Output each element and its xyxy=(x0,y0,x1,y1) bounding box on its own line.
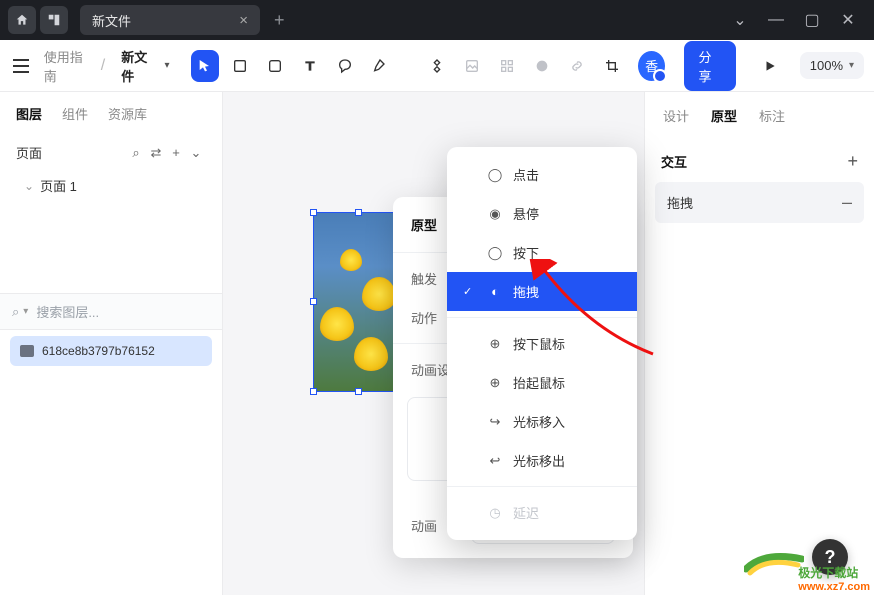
tab-components[interactable]: 组件 xyxy=(62,104,88,123)
pen-tool[interactable] xyxy=(365,50,394,82)
home-icon[interactable] xyxy=(8,6,36,34)
selected-frame[interactable] xyxy=(313,212,404,392)
watermark-name: 极光下载站 xyxy=(798,566,858,580)
interactions-header: 交互 + xyxy=(645,137,874,182)
rectangle-tool[interactable] xyxy=(260,50,289,82)
layer-search[interactable]: ⌕ ▾ 搜索图层... xyxy=(0,293,222,330)
zoom-select[interactable]: 100% ▾ xyxy=(800,52,864,79)
close-window-icon[interactable]: ✕ xyxy=(830,2,866,38)
page-item[interactable]: 页面 1 xyxy=(0,168,222,203)
menu-label: 悬停 xyxy=(513,204,539,223)
menu-label: 光标移入 xyxy=(513,412,565,431)
search-placeholder: 搜索图层... xyxy=(36,302,99,321)
tab-assets[interactable]: 资源库 xyxy=(108,104,147,123)
menu-click[interactable]: ✓◯点击 xyxy=(447,155,637,194)
menu-hover[interactable]: ✓◉悬停 xyxy=(447,194,637,233)
trigger-menu: ✓◯点击 ✓◉悬停 ✓◯按下 ✓◐拖拽 ✓⊕按下鼠标 ✓⊕抬起鼠标 ✓↪光标移入… xyxy=(447,147,637,540)
image-placeholder xyxy=(314,213,403,391)
interaction-label: 拖拽 xyxy=(667,193,693,212)
avatar[interactable]: 香 xyxy=(638,51,665,81)
image-icon xyxy=(20,345,34,357)
menu-label: 抬起鼠标 xyxy=(513,373,565,392)
breadcrumb-guide[interactable]: 使用指南 xyxy=(44,47,91,85)
tab-layers[interactable]: 图层 xyxy=(16,104,42,123)
chevron-down-icon[interactable]: ⌄ xyxy=(722,2,758,38)
mask-tool[interactable] xyxy=(527,50,556,82)
pages-title: 页面 xyxy=(16,143,42,162)
minimize-icon[interactable]: — xyxy=(758,2,794,38)
tab-design[interactable]: 设计 xyxy=(663,106,689,125)
canvas[interactable]: 原型 触发 动作 动画设 动画 ◇ 即时 ⌄ ✓◯点击 ✓◉悬停 ✓◯按下 ✓◐… xyxy=(223,92,644,595)
file-tab[interactable]: 新文件 × xyxy=(80,5,260,35)
menu-press[interactable]: ✓◯按下 xyxy=(447,233,637,272)
menu-mouseup[interactable]: ✓⊕抬起鼠标 xyxy=(447,363,637,402)
component-tool[interactable] xyxy=(422,50,451,82)
right-panel: 设计 原型 标注 交互 + 拖拽 – xyxy=(644,92,874,595)
right-tabs: 设计 原型 标注 xyxy=(645,92,874,137)
search-icon: ⌕ xyxy=(12,304,19,320)
search-icon[interactable]: ⌕ xyxy=(126,145,146,161)
crop-tool[interactable] xyxy=(597,50,626,82)
menu-drag[interactable]: ✓◐拖拽 xyxy=(447,272,637,311)
breadcrumb-sep: / xyxy=(101,57,105,75)
left-panel: 图层 组件 资源库 页面 ⌕ ⇄ + ⌄ 页面 1 ⌕ ▾ 搜索图层... 618… xyxy=(0,92,223,595)
close-icon[interactable]: × xyxy=(239,12,248,29)
add-interaction-icon[interactable]: + xyxy=(847,151,858,172)
chevron-down-icon: ▾ xyxy=(23,306,28,317)
collapse-icon[interactable]: ⌄ xyxy=(186,145,206,161)
cursor-tool[interactable] xyxy=(191,50,220,82)
tab-title: 新文件 xyxy=(92,11,131,30)
title-bar: 新文件 × + ⌄ — ▢ ✕ xyxy=(0,0,874,40)
layer-name: 618ce8b3797b76152 xyxy=(42,344,155,358)
pages-header: 页面 ⌕ ⇄ + ⌄ xyxy=(0,133,222,168)
maximize-icon[interactable]: ▢ xyxy=(794,2,830,38)
menu-icon[interactable] xyxy=(10,54,32,78)
share-button[interactable]: 分享 xyxy=(684,41,736,91)
menu-label: 按下鼠标 xyxy=(513,334,565,353)
chevron-down-icon: ▾ xyxy=(849,60,854,71)
zoom-value: 100% xyxy=(810,58,843,73)
interaction-item[interactable]: 拖拽 – xyxy=(655,182,864,223)
watermark-url: www.xz7.com xyxy=(798,581,870,593)
menu-label: 延迟 xyxy=(513,503,539,522)
workspace-icon[interactable] xyxy=(40,6,68,34)
image-tool[interactable] xyxy=(457,50,486,82)
watermark: 极光下载站 www.xz7.com xyxy=(798,564,870,593)
menu-label: 点击 xyxy=(513,165,539,184)
add-page-icon[interactable]: + xyxy=(166,145,186,160)
watermark-swoosh xyxy=(744,547,804,577)
autolayout-tool[interactable] xyxy=(492,50,521,82)
top-toolbar: 使用指南 / 新文件 ▾ 香 分享 100% ▾ xyxy=(0,40,874,92)
link-tool[interactable] xyxy=(562,50,591,82)
list-filter-icon[interactable]: ⇄ xyxy=(146,145,166,161)
menu-mouseout[interactable]: ✓↩光标移出 xyxy=(447,441,637,480)
new-tab-button[interactable]: + xyxy=(274,10,285,31)
frame-tool[interactable] xyxy=(225,50,254,82)
menu-delay: ✓◷延迟 xyxy=(447,493,637,532)
tab-annotate[interactable]: 标注 xyxy=(759,106,785,125)
speech-tool[interactable] xyxy=(330,50,359,82)
menu-mousein[interactable]: ✓↪光标移入 xyxy=(447,402,637,441)
menu-label: 按下 xyxy=(513,243,539,262)
menu-mousedown[interactable]: ✓⊕按下鼠标 xyxy=(447,324,637,363)
interactions-title: 交互 xyxy=(661,152,687,171)
layer-item[interactable]: 618ce8b3797b76152 xyxy=(10,336,212,366)
file-chevron-icon[interactable]: ▾ xyxy=(164,60,169,71)
breadcrumb-file[interactable]: 新文件 xyxy=(121,47,156,85)
text-tool[interactable] xyxy=(295,50,324,82)
tab-prototype[interactable]: 原型 xyxy=(711,106,737,125)
play-button[interactable] xyxy=(755,50,784,82)
page-label: 页面 1 xyxy=(40,176,77,195)
remove-interaction-icon[interactable]: – xyxy=(842,192,852,213)
left-tabs: 图层 组件 资源库 xyxy=(0,92,222,133)
menu-label: 光标移出 xyxy=(513,451,565,470)
menu-label: 拖拽 xyxy=(513,282,539,301)
